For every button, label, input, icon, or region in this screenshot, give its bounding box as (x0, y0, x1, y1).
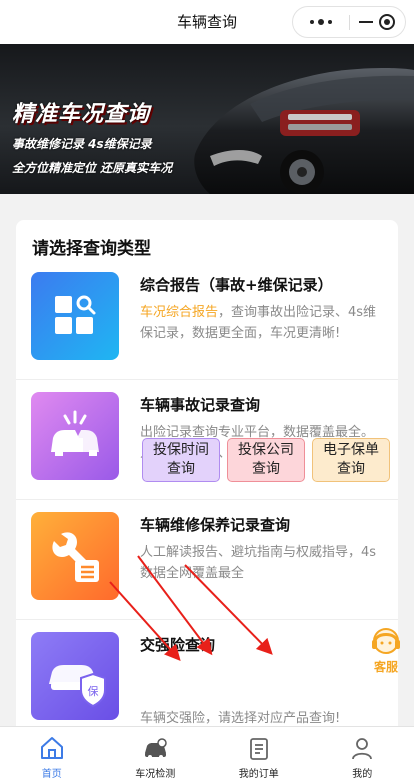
user-icon (352, 738, 373, 760)
order-icon (249, 738, 268, 760)
item-name: 交强险查询 (140, 636, 216, 654)
item-description: 车况综合报告，查询事故出险记录、4s维保记录，数据更全面，车况更清晰! (140, 305, 377, 341)
electronic-policy-query-button[interactable]: 电子保单 查询 (312, 438, 390, 482)
section-title: 请选择查询类型 (32, 239, 151, 259)
banner-subtitle-2: 全方位精准定位 还原真实车况 (12, 161, 173, 175)
car-check-icon (145, 738, 167, 759)
car-crash-icon (31, 392, 119, 480)
tab-label: 我的 (352, 769, 373, 780)
tab-car-check[interactable]: 车况检测 (104, 727, 208, 780)
banner[interactable]: 精准车况查询 事故维修记录 4s维保记录 全方位精准定位 还原真实车况 (0, 44, 414, 194)
car-insurance-icon: 保 (31, 632, 119, 720)
tab-label: 我的订单 (238, 769, 279, 780)
tab-orders[interactable]: 我的订单 (207, 727, 311, 780)
mini-program-capsule (292, 6, 406, 38)
navigation-bar: 车辆查询 (0, 0, 414, 44)
query-item-compulsory-insurance[interactable]: 保 交强险查询 车辆交强险，请选择对应产品查询! (16, 620, 398, 740)
svg-text:保: 保 (88, 684, 99, 698)
item-name: 车辆事故记录查询 (140, 396, 261, 414)
tab-profile[interactable]: 我的 (311, 727, 414, 780)
tab-home[interactable]: 首页 (0, 727, 104, 780)
item-description: 人工解读报告、避坑指南与权威指导，4s数据全网覆盖最全 (140, 545, 377, 581)
tab-label: 车况检测 (135, 769, 176, 780)
query-item-maintenance[interactable]: 车辆维修保养记录查询 人工解读报告、避坑指南与权威指导，4s数据全网覆盖最全 (16, 500, 398, 620)
insurance-company-query-button[interactable]: 投保公司 查询 (227, 438, 305, 482)
home-icon (40, 737, 63, 759)
item-highlight: 车况综合报告 (140, 305, 219, 320)
capsule-divider (349, 15, 350, 30)
close-program-icon[interactable] (379, 14, 395, 30)
tab-bar: 首页 车况检测 我的订单 我的 (0, 726, 414, 780)
headset-icon (372, 628, 400, 654)
query-item-comprehensive[interactable]: 综合报告（事故+维保记录） 车况综合报告，查询事故出险记录、4s维保记录，数据更… (16, 260, 398, 380)
service-label: 客服 (373, 660, 398, 674)
section-gap (0, 194, 414, 208)
insurance-time-query-button[interactable]: 投保时间 查询 (142, 438, 220, 482)
banner-title: 精准车况查询 (12, 102, 151, 127)
item-name: 综合报告（事故+维保记录） (140, 276, 333, 294)
tab-label: 首页 (41, 769, 62, 780)
item-name: 车辆维修保养记录查询 (140, 516, 291, 534)
wrench-list-icon (31, 512, 119, 600)
grid-search-icon (31, 272, 119, 360)
customer-service-button[interactable]: 客服 (366, 624, 406, 674)
banner-subtitle-1: 事故维修记录 4s维保记录 (12, 137, 152, 151)
more-menu-icon[interactable] (303, 7, 339, 37)
